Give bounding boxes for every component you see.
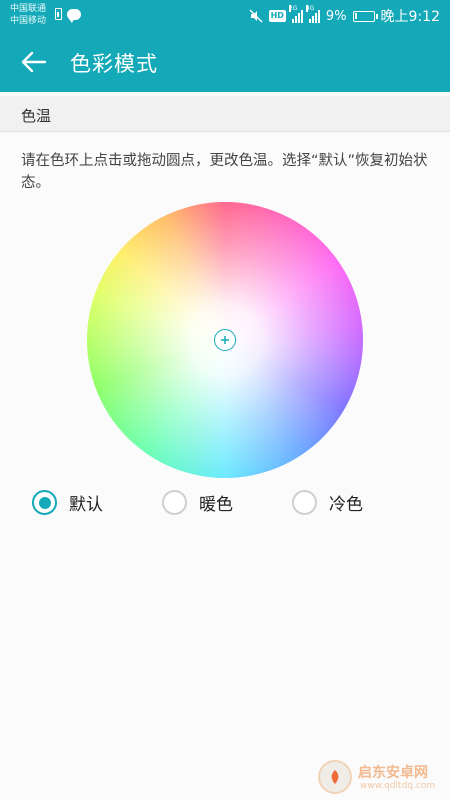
option-cool[interactable]: 冷色 — [292, 490, 363, 515]
option-default[interactable]: 默认 — [32, 490, 103, 515]
section-header: 色温 — [0, 96, 450, 132]
color-temperature-options: 默认 暖色 冷色 — [0, 490, 450, 524]
carrier-labels: 中国联通 中国移动 — [10, 3, 46, 27]
carrier-2: 中国移动 — [10, 16, 47, 26]
signal-tag: 4G — [305, 4, 315, 12]
radio-button[interactable] — [162, 490, 187, 515]
watermark-url: www.qdltdq.com — [360, 781, 436, 791]
option-label: 暖色 — [199, 495, 233, 515]
status-bar: 中国联通 中国移动 HD 2G 4G 9% 晚上9:12 — [0, 0, 450, 32]
carrier-1: 中国联通 — [10, 4, 47, 14]
battery-icon — [352, 10, 378, 22]
section-title: 色温 — [21, 107, 52, 125]
status-right-icons: HD 2G 4G 9% 晚上9:12 — [249, 4, 440, 26]
option-label: 默认 — [69, 495, 103, 515]
clock: 晚上9:12 — [380, 9, 440, 25]
color-picker-handle[interactable] — [214, 329, 236, 351]
description-text: 请在色环上点击或拖动圆点，更改色温。选择“默认”恢复初始状态。 — [21, 153, 428, 191]
watermark-logo-icon — [318, 760, 352, 794]
option-warm[interactable]: 暖色 — [162, 490, 233, 515]
signal-tag: 2G — [288, 4, 298, 12]
signal-icon: 4G — [305, 4, 320, 23]
signal-icon: 2G — [288, 4, 303, 23]
radio-button[interactable] — [32, 490, 57, 515]
page-title: 色彩模式 — [70, 52, 158, 76]
plus-icon — [221, 336, 229, 344]
color-wheel[interactable] — [87, 202, 363, 478]
sim-card-icon — [55, 8, 62, 20]
back-button[interactable] — [18, 46, 50, 78]
radio-button[interactable] — [292, 490, 317, 515]
hd-badge: HD — [268, 10, 286, 22]
watermark-text: 启东安卓网 — [358, 765, 428, 781]
status-left-icons — [55, 8, 81, 23]
option-label: 冷色 — [329, 495, 363, 515]
mute-icon — [249, 9, 263, 23]
arrow-left-icon — [21, 51, 47, 73]
battery-percent: 9% — [325, 8, 347, 24]
chat-bubble-icon — [67, 8, 81, 23]
app-header: 中国联通 中国移动 HD 2G 4G 9% 晚上9:12 色彩模式 — [0, 0, 450, 92]
